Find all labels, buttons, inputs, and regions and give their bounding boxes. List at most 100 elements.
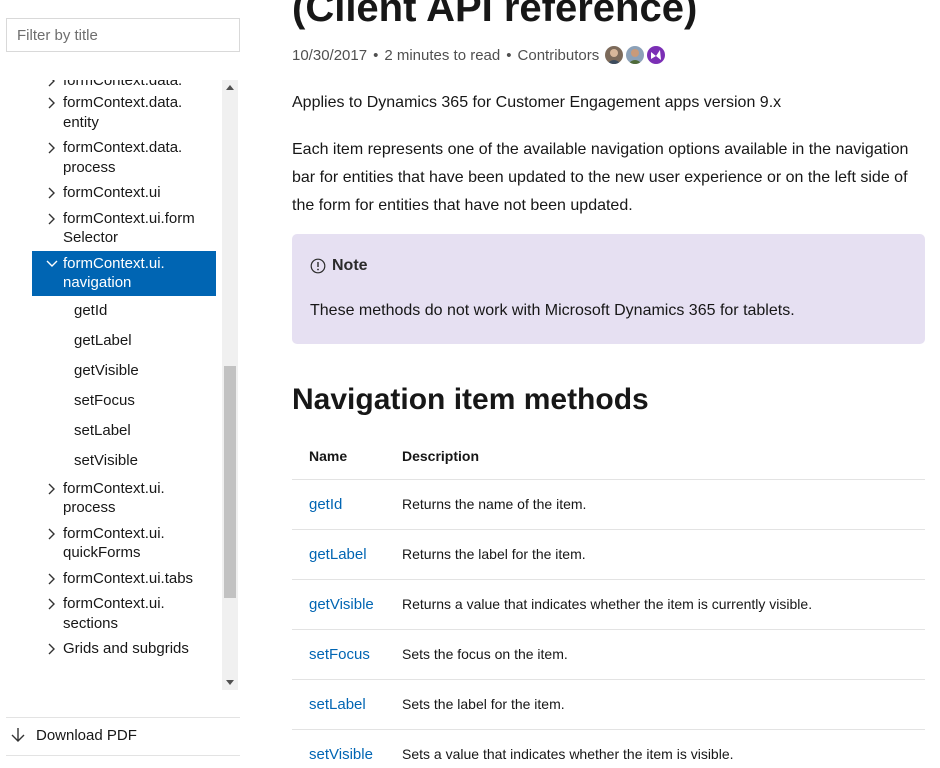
toc-item-grids-and-subgrids[interactable]: Grids and subgrids [32, 636, 216, 662]
toc-subitem-getvisible[interactable]: getVisible [32, 356, 216, 386]
toc-sidebar: formContext.data. formContext.data. enti… [0, 0, 250, 768]
visual-studio-logo-icon [651, 50, 662, 60]
toc-item-label: process [63, 158, 116, 176]
toc-item-formcontext-data-process[interactable]: formContext.data. process [32, 135, 216, 180]
note-label: Note [332, 257, 368, 274]
method-link-setfocus[interactable]: setFocus [309, 646, 370, 663]
toc-item-label: formContext.ui.form [63, 209, 195, 227]
toc-item-label: formContext.data. [63, 80, 183, 89]
scroll-down-arrow-icon[interactable] [226, 678, 234, 686]
method-description: Returns a value that indicates whether t… [402, 579, 925, 630]
method-link-getlabel[interactable]: getLabel [309, 546, 367, 563]
toc-item-formcontext-ui-navigation[interactable]: formContext.ui. navigation [32, 250, 216, 296]
chevron-right-icon [48, 187, 55, 199]
toc-item-label: Grids and subgrids [63, 640, 189, 657]
article-date: 10/30/2017 [292, 46, 368, 64]
page-title: (Client API reference) [292, 0, 698, 30]
download-pdf-link[interactable]: Download PDF [10, 724, 137, 746]
toc-item-label: navigation [63, 274, 132, 291]
toc-item-formcontext-ui[interactable]: formContext.ui [32, 180, 216, 206]
table-row: setVisible Sets a value that indicates w… [292, 729, 925, 768]
avatar[interactable] [605, 46, 624, 64]
note-heading: Note [310, 257, 368, 275]
chevron-right-icon [48, 97, 55, 109]
methods-table: Name Description getId Returns the name … [292, 433, 925, 768]
note-callout: Note These methods do not work with Micr… [292, 234, 925, 344]
toc-subitem-setlabel[interactable]: setLabel [32, 416, 216, 446]
read-time: 2 minutes to read [384, 46, 501, 64]
toc-subitem-getlabel[interactable]: getLabel [32, 326, 216, 356]
scrollbar-thumb[interactable] [224, 366, 236, 598]
toc-scrollbar[interactable] [222, 80, 238, 690]
avatar[interactable] [647, 46, 666, 64]
info-circle-icon [310, 258, 326, 274]
sidebar-divider [6, 717, 240, 718]
column-header-description: Description [402, 433, 925, 480]
table-row: getLabel Returns the label for the item. [292, 529, 925, 580]
chevron-right-icon [48, 80, 55, 87]
method-description: Returns the label for the item. [402, 529, 925, 580]
chevron-right-icon [48, 213, 55, 224]
scroll-up-arrow-icon[interactable] [226, 84, 234, 92]
toc-item-label: formContext.ui. [63, 524, 165, 542]
avatar[interactable] [626, 46, 645, 64]
table-header-row: Name Description [292, 433, 925, 480]
method-link-setlabel[interactable]: setLabel [309, 696, 366, 713]
user-avatar-icon [607, 49, 622, 64]
user-avatar-icon [628, 49, 643, 64]
article-meta: 10/30/2017 • 2 minutes to read • Contrib… [292, 44, 668, 66]
table-row: setFocus Sets the focus on the item. [292, 629, 925, 680]
contributors-label: Contributors [517, 46, 600, 64]
chevron-down-icon [46, 260, 58, 267]
toc-subitem-getid[interactable]: getId [32, 296, 216, 326]
method-description: Sets the focus on the item. [402, 629, 925, 680]
chevron-right-icon [48, 483, 55, 494]
toc-item-formcontext-ui-formselector[interactable]: formContext.ui.form Selector [32, 206, 216, 251]
toc-item-label: formContext.ui. [63, 254, 165, 272]
toc-item-formcontext-ui-quickforms[interactable]: formContext.ui. quickForms [32, 521, 216, 566]
toc-item-formcontext-ui-sections[interactable]: formContext.ui. sections [32, 591, 216, 636]
toc-list: formContext.data. formContext.data. enti… [0, 80, 222, 662]
chevron-right-icon [48, 528, 55, 539]
toc-subitem-setfocus[interactable]: setFocus [32, 386, 216, 416]
toc-item-label: Selector [63, 229, 119, 246]
table-row: getVisible Returns a value that indicate… [292, 579, 925, 630]
method-description: Returns the name of the item. [402, 479, 925, 530]
toc-item-formcontext-ui-process[interactable]: formContext.ui. process [32, 476, 216, 521]
applies-to-text: Applies to Dynamics 365 for Customer Eng… [292, 94, 782, 111]
toc-item-label: entity [63, 113, 99, 131]
column-header-name: Name [292, 433, 402, 480]
meta-separator: • [373, 46, 379, 64]
toc-item-label: formContext.ui [63, 184, 161, 201]
method-link-getid[interactable]: getId [309, 496, 342, 513]
chevron-right-icon [48, 598, 55, 610]
chevron-right-icon [48, 643, 55, 655]
contributors-avatars [605, 46, 668, 64]
filter-by-title-input[interactable] [6, 18, 240, 52]
table-row: setLabel Sets the label for the item. [292, 679, 925, 730]
sidebar-divider [6, 755, 240, 756]
toc-item-formcontext-data-entity[interactable]: formContext.data. entity [32, 90, 216, 135]
method-description: Sets the label for the item. [402, 679, 925, 730]
note-text: These methods do not work with Microsoft… [310, 302, 795, 319]
toc-item-label: formContext.ui. [63, 479, 165, 497]
toc-item-label: quickForms [63, 544, 141, 561]
toc-item-label: formContext.ui. [63, 595, 165, 612]
method-link-getvisible[interactable]: getVisible [309, 596, 374, 613]
download-pdf-label: Download PDF [36, 726, 137, 744]
toc-item-label: formContext.data. [63, 94, 183, 111]
toc-item-label: process [63, 499, 116, 516]
toc-item-formcontext-data-partial[interactable]: formContext.data. [32, 80, 216, 90]
arrow-down-icon [11, 728, 25, 742]
method-description: Sets a value that indicates whether the … [402, 729, 925, 768]
article-description: Each item represents one of the availabl… [292, 141, 909, 214]
method-link-setvisible[interactable]: setVisible [309, 746, 373, 763]
chevron-right-icon [48, 142, 55, 154]
toc-viewport: formContext.data. formContext.data. enti… [0, 80, 240, 690]
toc-item-label: formContext.data. [63, 139, 183, 156]
meta-separator: • [506, 46, 512, 64]
toc-item-formcontext-ui-tabs[interactable]: formContext.ui.tabs [32, 566, 216, 592]
table-row: getId Returns the name of the item. [292, 479, 925, 530]
chevron-right-icon [48, 573, 55, 584]
toc-subitem-setvisible[interactable]: setVisible [32, 446, 216, 476]
